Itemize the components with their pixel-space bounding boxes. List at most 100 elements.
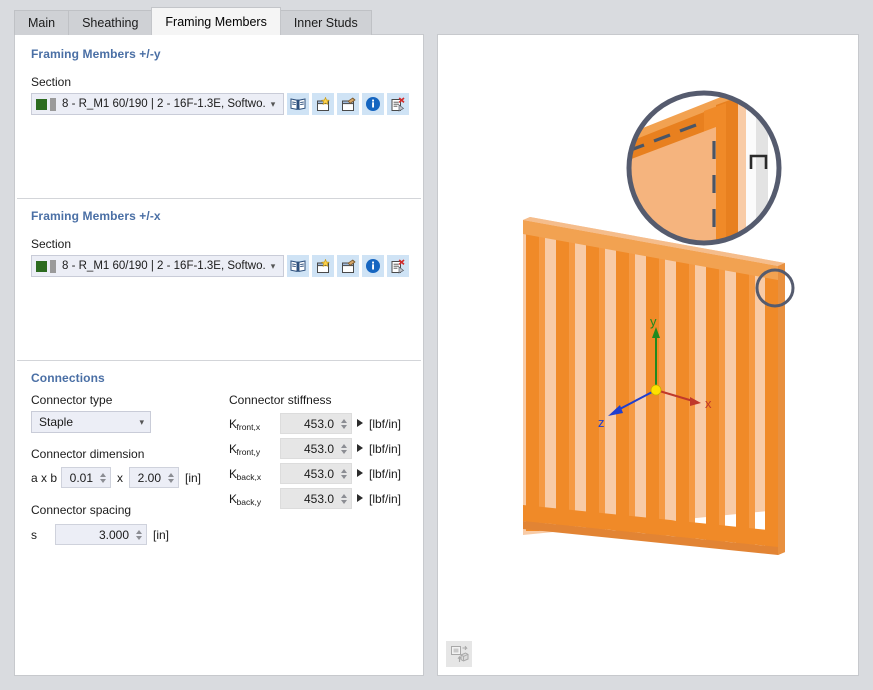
connector-type-select[interactable]: Staple ▾ [31, 411, 151, 433]
stiffness-back-y-unit: [lbf/in] [369, 492, 402, 506]
value: 453.0 [303, 466, 334, 481]
connector-type-label: Connector type [31, 393, 113, 407]
section-combo-value: 8 - R_M1 60/190 | 2 - 16F-1.3E, Softwo..… [62, 260, 265, 272]
symbol: K [229, 417, 238, 431]
group-framing-members-x: Framing Members +/-x Section 8 - R_M1 60… [17, 199, 421, 361]
dimension-unit-label: [in] [185, 471, 202, 485]
delete-section-icon[interactable] [387, 93, 409, 115]
wall-frame-3d-model: y x z [523, 90, 795, 555]
tab-sheathing[interactable]: Sheathing [68, 10, 153, 35]
settings-panel: Framing Members +/-y Section 8 - R_M1 60… [14, 34, 424, 676]
section-combo-x[interactable]: 8 - R_M1 60/190 | 2 - 16F-1.3E, Softwo..… [31, 255, 284, 277]
viewport-3d[interactable]: y x z [438, 35, 858, 675]
section-shape-icon [50, 259, 56, 273]
axis-origin-point [650, 384, 662, 396]
stiffness-front-y-unit: [lbf/in] [369, 442, 402, 456]
axis-label-z: z [598, 415, 605, 430]
stiffness-front-y-more-icon[interactable] [357, 444, 363, 452]
library-icon[interactable] [287, 93, 309, 115]
subscript: front,x [236, 422, 261, 432]
stepper-arrows[interactable] [338, 468, 349, 479]
section-color-swatch [36, 98, 47, 110]
edit-section-icon[interactable] [337, 255, 359, 277]
stepper-arrows[interactable] [165, 472, 176, 483]
stiffness-back-y-input[interactable]: 453.0 [280, 488, 352, 509]
stiffness-front-x-unit: [lbf/in] [369, 417, 402, 431]
symbol: K [229, 492, 238, 506]
group-title: Framing Members +/-y [31, 47, 161, 61]
connector-spacing-input[interactable]: 3.000 [55, 524, 147, 545]
section-shape-icon [50, 97, 56, 111]
group-connections: Connections Connector type Staple ▾ Conn… [17, 361, 421, 671]
section-label: Section [31, 75, 72, 89]
tab-label: Main [28, 16, 56, 30]
axis-label-x: x [705, 396, 712, 411]
edit-section-icon[interactable] [337, 93, 359, 115]
connector-dimension-label: Connector dimension [31, 447, 145, 461]
dimension-separator-label: x [117, 471, 123, 485]
stepper-arrows[interactable] [133, 529, 144, 540]
tab-label: Framing Members [165, 14, 267, 29]
render-view-icon[interactable] [446, 641, 472, 667]
connector-spacing-label: Connector spacing [31, 503, 132, 517]
chevron-down-icon: ▾ [270, 98, 276, 109]
subscript: back,y [236, 497, 262, 507]
section-label: Section [31, 237, 72, 251]
tab-label: Inner Studs [293, 16, 358, 30]
value: 3.000 [98, 527, 129, 542]
stiffness-front-x-more-icon[interactable] [357, 419, 363, 427]
stepper-arrows[interactable] [338, 443, 349, 454]
library-icon[interactable] [287, 255, 309, 277]
tab-inner-studs[interactable]: Inner Studs [279, 10, 372, 35]
spacing-unit-label: [in] [153, 528, 170, 542]
group-framing-members-y: Framing Members +/-y Section 8 - R_M1 60… [17, 37, 421, 199]
stiffness-back-y-more-icon[interactable] [357, 494, 363, 502]
stiffness-label-back-y: Kback,y [229, 492, 262, 507]
spacing-symbol-label: s [31, 528, 37, 542]
tab-framing-members[interactable]: Framing Members [151, 7, 281, 35]
section-combo-y[interactable]: 8 - R_M1 60/190 | 2 - 16F-1.3E, Softwo..… [31, 93, 284, 115]
info-icon[interactable] [362, 255, 384, 277]
symbol: K [229, 467, 238, 481]
value: 453.0 [303, 416, 334, 431]
chevron-down-icon: ▾ [139, 417, 144, 427]
tab-bar: Main Sheathing Framing Members Inner Stu… [14, 7, 372, 35]
connector-type-value: Staple [39, 415, 74, 429]
new-section-icon[interactable] [312, 93, 334, 115]
stiffness-front-y-input[interactable]: 453.0 [280, 438, 352, 459]
symbol: K [229, 442, 238, 456]
stiffness-back-x-input[interactable]: 453.0 [280, 463, 352, 484]
connector-stiffness-label: Connector stiffness [229, 393, 332, 407]
axis-label-y: y [650, 314, 657, 329]
value: 453.0 [303, 491, 334, 506]
stiffness-label-back-x: Kback,x [229, 467, 262, 482]
dimension-prefix-label: a x b [31, 471, 58, 485]
connector-dimension-a-input[interactable]: 0.01 [61, 467, 111, 488]
subscript: back,x [236, 472, 262, 482]
group-title: Connections [31, 371, 105, 385]
value: 0.01 [69, 470, 93, 485]
chevron-down-icon: ▾ [270, 260, 276, 271]
stiffness-back-x-more-icon[interactable] [357, 469, 363, 477]
tab-main[interactable]: Main [14, 10, 70, 35]
delete-section-icon[interactable] [387, 255, 409, 277]
new-section-icon[interactable] [312, 255, 334, 277]
section-row-x: 8 - R_M1 60/190 | 2 - 16F-1.3E, Softwo..… [31, 255, 409, 277]
group-title: Framing Members +/-x [31, 209, 161, 223]
stepper-arrows[interactable] [338, 493, 349, 504]
info-icon[interactable] [362, 93, 384, 115]
model-viewport-panel[interactable]: y x z [437, 34, 859, 676]
connector-dimension-b-input[interactable]: 2.00 [129, 467, 179, 488]
tab-label: Sheathing [82, 16, 139, 30]
stiffness-front-x-input[interactable]: 453.0 [280, 413, 352, 434]
value: 453.0 [303, 441, 334, 456]
application-window: Main Sheathing Framing Members Inner Stu… [0, 0, 873, 690]
stiffness-label-front-y: Kfront,y [229, 442, 261, 457]
stiffness-label-front-x: Kfront,x [229, 417, 261, 432]
stepper-arrows[interactable] [338, 418, 349, 429]
stiffness-back-x-unit: [lbf/in] [369, 467, 402, 481]
value: 2.00 [137, 470, 161, 485]
subscript: front,y [236, 447, 261, 457]
stepper-arrows[interactable] [97, 472, 108, 483]
section-row-y: 8 - R_M1 60/190 | 2 - 16F-1.3E, Softwo..… [31, 93, 409, 115]
